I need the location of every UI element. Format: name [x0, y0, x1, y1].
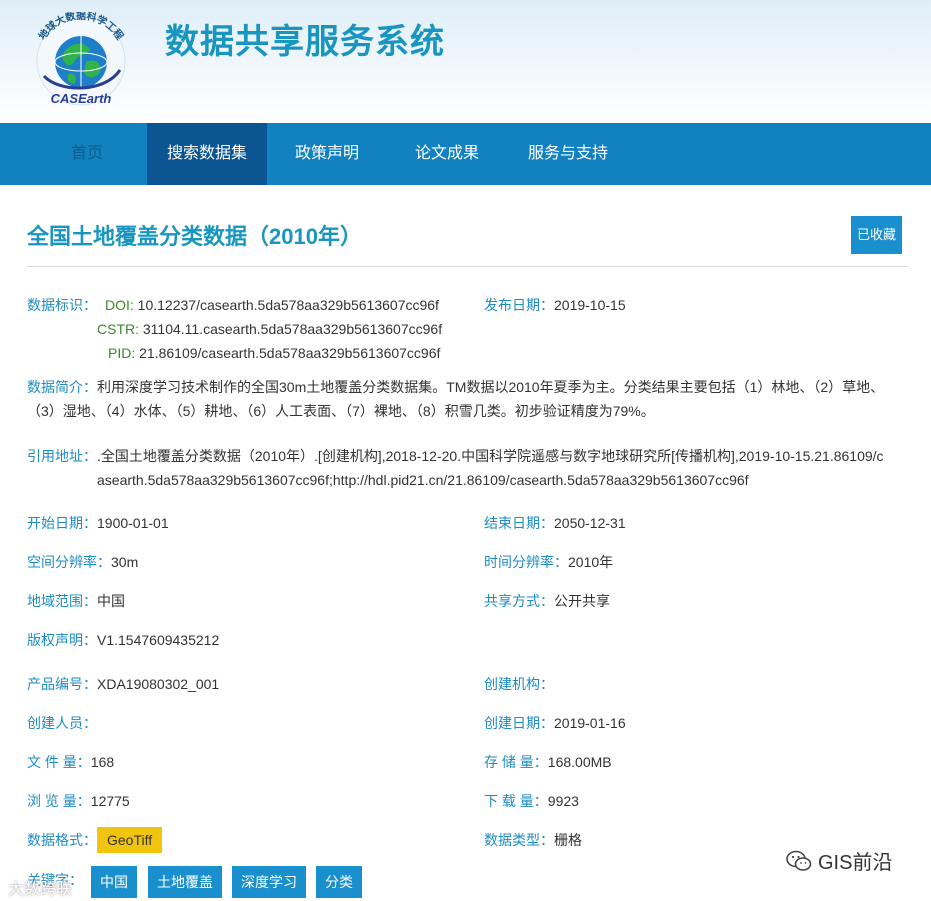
downloads-label: 下 载 量： — [484, 793, 548, 809]
storage-row: 存 储 量：168.00MB — [484, 750, 612, 774]
data-id-row: 数据标识： — [27, 293, 97, 317]
nav-search-datasets[interactable]: 搜索数据集 — [147, 123, 267, 185]
corner-watermark: 大数跨联 — [8, 881, 73, 898]
spatial-resolution-label: 空间分辨率： — [27, 554, 111, 570]
end-date-label: 结束日期： — [484, 515, 554, 531]
created-date-row: 创建日期：2019-01-16 — [484, 711, 626, 735]
product-id-label: 产品编号： — [27, 676, 97, 692]
cstr-value[interactable]: 31104.11.casearth.5da578aa329b5613607cc9… — [143, 321, 442, 337]
keyword-tag[interactable]: 深度学习 — [232, 866, 306, 898]
copyright-row: 版权声明：V1.1547609435212 — [27, 628, 219, 652]
site-title: 数据共享服务系统 — [165, 23, 445, 61]
watermark: GIS前沿 — [786, 846, 892, 875]
doi-value[interactable]: 10.12237/casearth.5da578aa329b5613607cc9… — [138, 297, 439, 313]
format-tag[interactable]: GeoTiff — [97, 827, 163, 853]
copyright-label: 版权声明： — [27, 632, 97, 648]
format-row: 数据格式： — [27, 828, 97, 852]
region-row: 地域范围：中国 — [27, 589, 125, 613]
share-mode-value: 公开共享 — [554, 593, 610, 609]
creator-row: 创建人员： — [27, 711, 97, 735]
data-type-value: 栅格 — [554, 832, 582, 848]
spatial-resolution-row: 空间分辨率：30m — [27, 550, 138, 574]
start-date-value: 1900-01-01 — [97, 515, 169, 531]
publish-date-value: 2019-10-15 — [554, 297, 626, 313]
created-date-value: 2019-01-16 — [554, 715, 626, 731]
publish-date-label: 发布日期： — [484, 297, 554, 313]
share-mode-label: 共享方式： — [484, 593, 554, 609]
product-id-value: XDA19080302_001 — [97, 676, 220, 692]
logo-text: CASEarth — [51, 91, 112, 106]
site-header: 地球大数据科学工程 CASEarth 数据共享服务系统 — [0, 0, 931, 123]
summary-text: 利用深度学习技术制作的全国30m土地覆盖分类数据集。TM数据以2010年夏季为主… — [27, 379, 885, 419]
wechat-icon — [786, 850, 812, 871]
publish-date-row: 发布日期：2019-10-15 — [484, 293, 626, 317]
file-count-value: 168 — [90, 754, 115, 770]
format-label: 数据格式： — [27, 832, 97, 848]
downloads-value: 9923 — [547, 793, 579, 809]
nav-policy[interactable]: 政策声明 — [277, 123, 377, 185]
nav-support[interactable]: 服务与支持 — [512, 123, 624, 185]
keyword-tag[interactable]: 分类 — [316, 866, 362, 898]
temporal-resolution-row: 时间分辨率：2010年 — [484, 550, 613, 574]
watermark-text: GIS前沿 — [818, 852, 893, 874]
org-row: 创建机构： — [484, 672, 554, 696]
summary-row: 数据简介：利用深度学习技术制作的全国30m土地覆盖分类数据集。TM数据以2010… — [27, 375, 887, 423]
downloads-row: 下 载 量：9923 — [484, 789, 579, 813]
end-date-value: 2050-12-31 — [554, 515, 626, 531]
citation-text: .全国土地覆盖分类数据（2010年）.[创建机构],2018-12-20.中国科… — [97, 448, 884, 488]
region-label: 地域范围： — [27, 593, 97, 609]
title-divider — [27, 266, 908, 267]
nav-papers[interactable]: 论文成果 — [397, 123, 497, 185]
keyword-tag[interactable]: 土地覆盖 — [148, 866, 222, 898]
doi-label: DOI: — [105, 297, 134, 313]
main-nav: 首页 搜索数据集 政策声明 论文成果 服务与支持 — [0, 123, 931, 185]
data-type-label: 数据类型： — [484, 832, 554, 848]
nav-home[interactable]: 首页 — [37, 123, 137, 185]
data-id-label: 数据标识： — [27, 297, 97, 313]
favorite-button[interactable]: 已收藏 — [851, 216, 902, 254]
org-label: 创建机构： — [484, 676, 554, 692]
end-date-row: 结束日期：2050-12-31 — [484, 511, 626, 535]
dataset-title: 全国土地覆盖分类数据（2010年） — [27, 224, 362, 249]
cstr-label: CSTR: — [97, 321, 139, 337]
region-value: 中国 — [97, 593, 125, 609]
storage-label: 存 储 量： — [484, 754, 548, 770]
creator-label: 创建人员： — [27, 715, 97, 731]
casearth-logo[interactable]: 地球大数据科学工程 CASEarth — [28, 12, 134, 110]
file-count-row: 文 件 量：168 — [27, 750, 114, 774]
views-row: 浏 览 量：12775 — [27, 789, 130, 813]
cstr-row: CSTR: 31104.11.casearth.5da578aa329b5613… — [97, 317, 442, 341]
citation-label-row: 引用地址： — [27, 444, 97, 468]
data-type-row: 数据类型：栅格 — [484, 828, 582, 852]
doi-row: DOI: 10.12237/casearth.5da578aa329b56136… — [105, 293, 439, 317]
start-date-row: 开始日期：1900-01-01 — [27, 511, 169, 535]
pid-row: PID: 21.86109/casearth.5da578aa329b56136… — [108, 341, 440, 365]
share-mode-row: 共享方式：公开共享 — [484, 589, 610, 613]
temporal-resolution-label: 时间分辨率： — [484, 554, 568, 570]
pid-value[interactable]: 21.86109/casearth.5da578aa329b5613607cc9… — [139, 345, 440, 361]
product-id-row: 产品编号：XDA19080302_001 — [27, 672, 219, 696]
views-label: 浏 览 量： — [27, 793, 91, 809]
pid-label: PID: — [108, 345, 136, 361]
created-date-label: 创建日期： — [484, 715, 554, 731]
citation-label: 引用地址： — [27, 448, 97, 464]
views-value: 12775 — [90, 793, 130, 809]
copyright-value: V1.1547609435212 — [97, 632, 220, 648]
temporal-resolution-value: 2010年 — [568, 554, 614, 570]
file-count-label: 文 件 量： — [27, 754, 91, 770]
summary-label: 数据简介： — [27, 379, 97, 395]
spatial-resolution-value: 30m — [111, 554, 139, 570]
storage-value: 168.00MB — [547, 754, 612, 770]
keyword-tag[interactable]: 中国 — [91, 866, 137, 898]
start-date-label: 开始日期： — [27, 515, 97, 531]
